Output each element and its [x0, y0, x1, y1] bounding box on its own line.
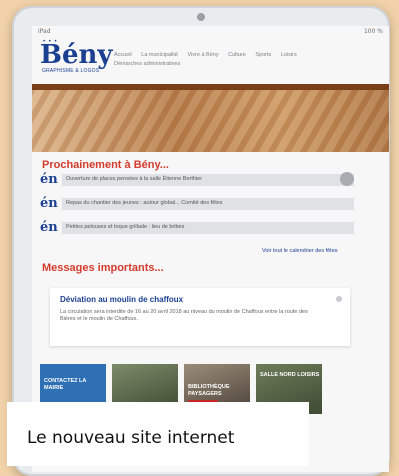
status-bar: iPad 100 %: [32, 26, 389, 36]
logo-text: Bény: [40, 40, 113, 70]
event-item[interactable]: én Petites pelouses et toque grillade : …: [40, 220, 360, 236]
event-logo-icon: én: [40, 172, 58, 187]
scroll-indicator-circle[interactable]: [340, 172, 354, 186]
event-label: Repas du chantier des jeunes : autour gl…: [66, 200, 223, 206]
site-header: • • • Bény GRAPHISME & LOGOS Accueil La …: [32, 36, 389, 82]
event-item[interactable]: én Ouverture de places pensées à la sall…: [40, 172, 360, 188]
logo-subtitle: GRAPHISME & LOGOS: [42, 68, 100, 74]
nav-item-accueil[interactable]: Accueil: [114, 52, 132, 58]
nav-item-culture[interactable]: Culture: [228, 52, 246, 58]
carousel-dot-icon[interactable]: [336, 296, 342, 302]
event-logo-icon: én: [40, 220, 58, 235]
hero-top-strip: [32, 84, 389, 90]
nav-item-demarches[interactable]: Démarches administratives: [114, 61, 180, 67]
event-item[interactable]: én Repas du chantier des jeunes : autour…: [40, 196, 360, 212]
caption-box: Le nouveau site internet: [7, 402, 309, 466]
nav-item-municipalite[interactable]: La municipalité: [141, 52, 178, 58]
main-nav: Accueil La municipalité Vivre à Bény Cul…: [114, 52, 376, 67]
message-title[interactable]: Déviation au moulin de chaffoux: [60, 295, 183, 304]
camera-icon: [197, 13, 205, 21]
section-title-messages: Messages importants...: [42, 262, 164, 274]
hero-banner-image: [32, 84, 389, 152]
section-title-prochainement: Prochainement à Bény...: [42, 159, 169, 171]
status-left: iPad: [38, 27, 51, 35]
site-logo[interactable]: • • • Bény GRAPHISME & LOGOS: [40, 39, 113, 76]
nav-item-sports[interactable]: Sports: [255, 52, 271, 58]
tile-caption: SALLE NORD LOISIRS: [260, 372, 320, 378]
caption-text: Le nouveau site internet: [27, 428, 235, 448]
event-logo-icon: én: [40, 196, 58, 211]
nav-item-loisirs[interactable]: Loisirs: [281, 52, 297, 58]
tile-caption: BIBLIOTHÈQUE PAYSAGERS: [188, 384, 230, 397]
event-label: Ouverture de places pensées à la salle É…: [66, 176, 203, 182]
tile-caption: CONTACTEZ LA MAIRIE: [44, 378, 87, 391]
calendar-link[interactable]: Voir tout le calendrier des fêtes: [262, 248, 338, 254]
event-label: Petites pelouses et toque grillade : lie…: [66, 224, 185, 230]
status-right: 100 %: [363, 27, 383, 35]
nav-item-vivre[interactable]: Vivre à Bény: [187, 52, 218, 58]
message-text: La circulation sera interdite de 16 au 2…: [60, 309, 308, 322]
